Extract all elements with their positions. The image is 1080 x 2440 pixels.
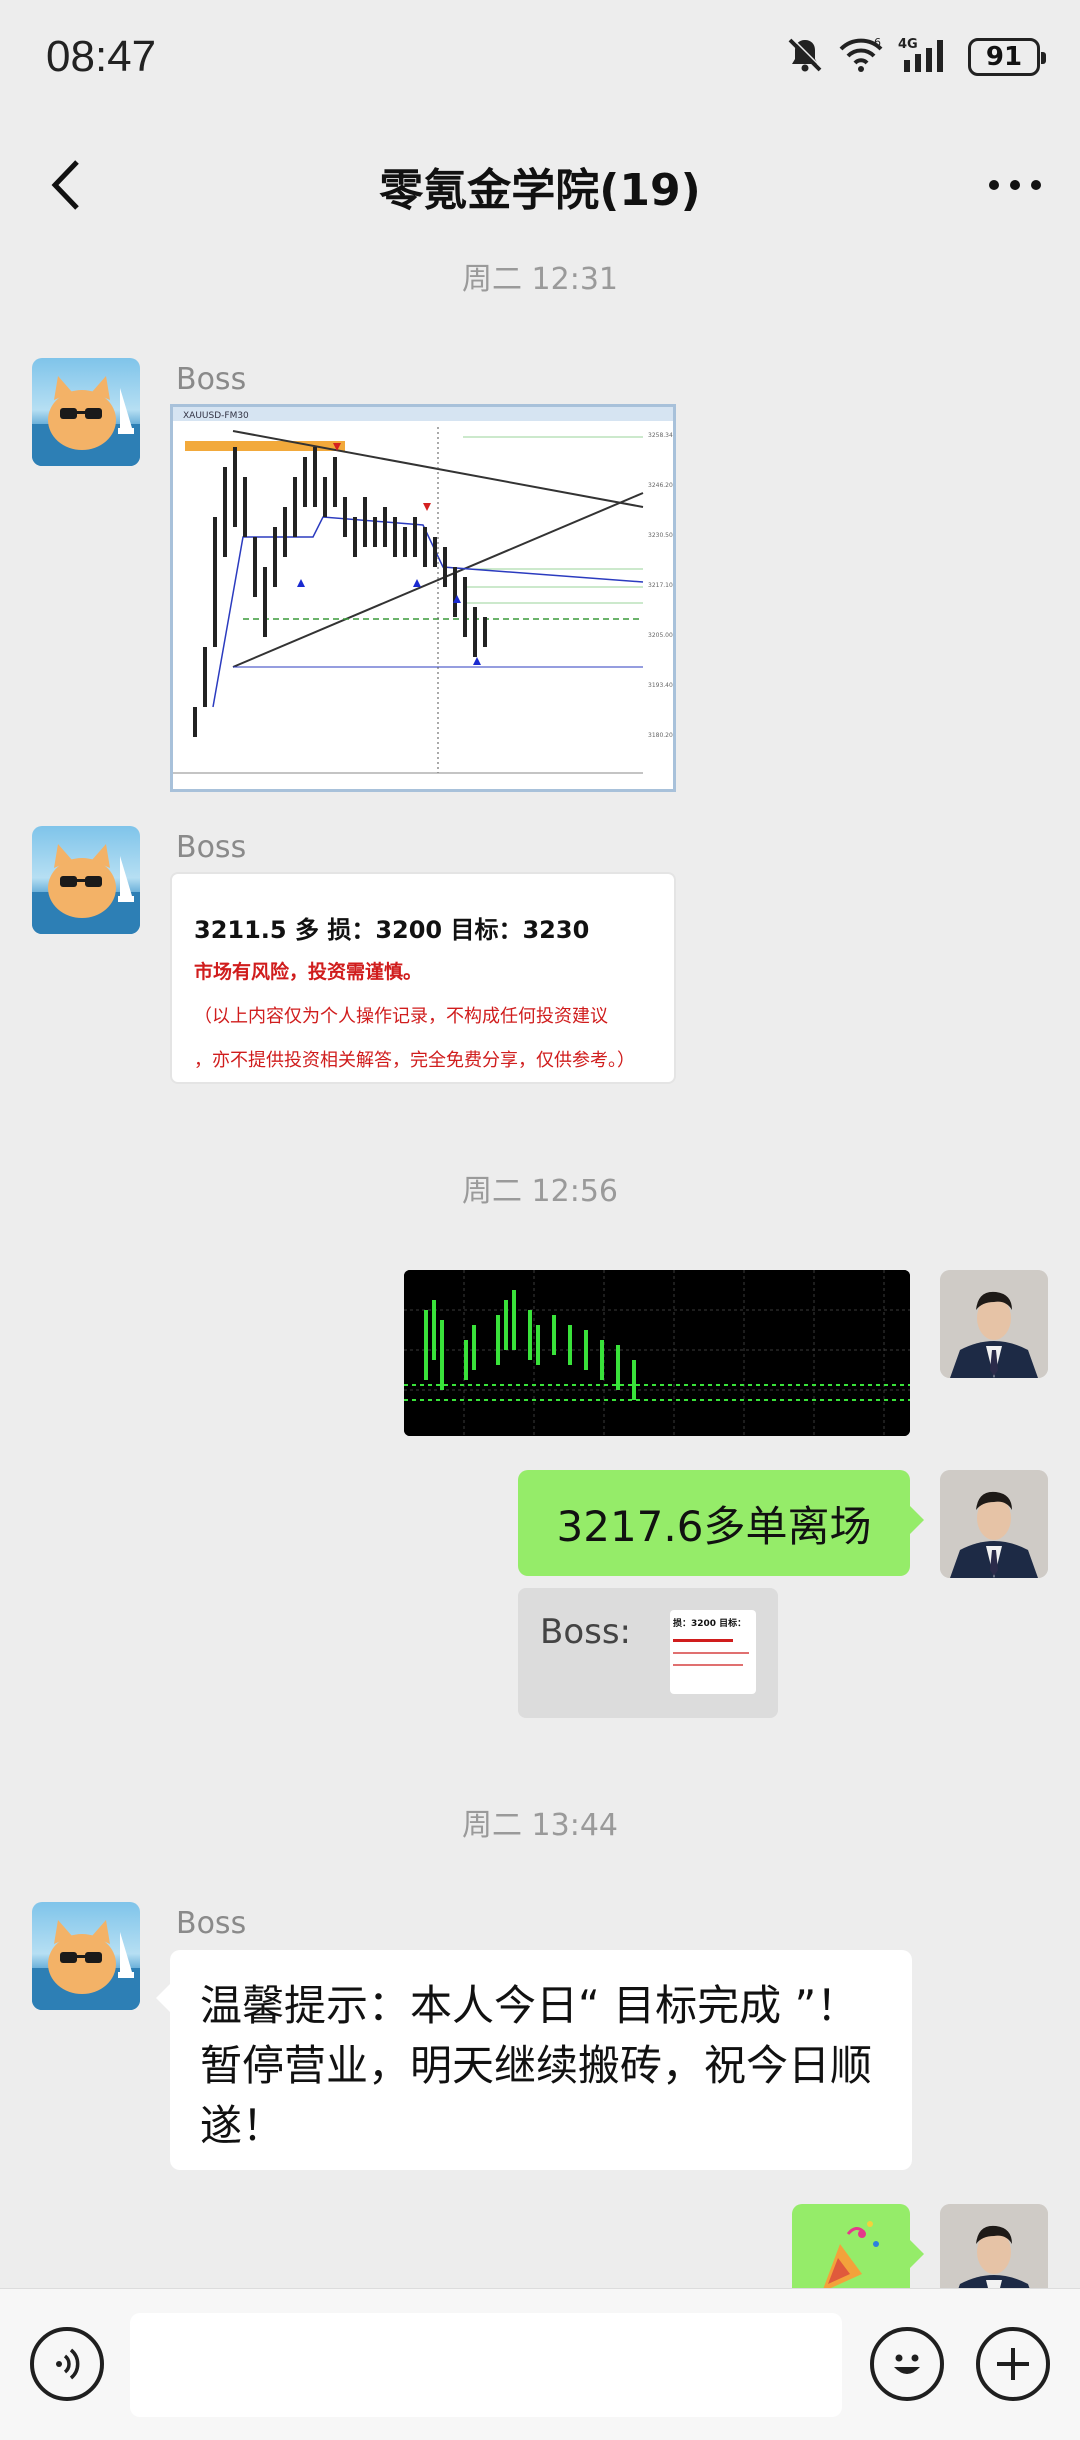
emoji-button[interactable] <box>870 2327 944 2401</box>
sender-name: Boss <box>176 1906 247 1941</box>
signal-icon: 4G <box>898 36 954 78</box>
chart-screenshot-message[interactable] <box>404 1270 910 1436</box>
svg-text:3205.00: 3205.00 <box>648 632 673 639</box>
chat-header: 零氪金学院(19) <box>0 130 1080 240</box>
message-input[interactable] <box>130 2313 842 2417</box>
svg-text:4G: 4G <box>898 37 918 52</box>
svg-text:3230.50: 3230.50 <box>648 532 673 539</box>
quoted-message[interactable]: Boss: 损：3200 目标： <box>518 1588 778 1718</box>
battery-indicator: 91 <box>968 38 1046 76</box>
status-icons: 6 4G 91 <box>786 36 1046 78</box>
party-popper-icon <box>822 2221 879 2292</box>
chat-title: 零氪金学院(19) <box>379 165 701 216</box>
input-bar <box>0 2288 1080 2440</box>
avatar-me[interactable] <box>940 2204 1048 2288</box>
timestamp: 周二 12:56 <box>462 1174 618 1209</box>
bubble-tail <box>910 2240 924 2268</box>
more-button[interactable] <box>980 150 1050 220</box>
voice-icon <box>56 2348 80 2380</box>
bubble-tail <box>156 1984 170 2012</box>
trade-card-image[interactable]: 3211.5 多 损：3200 目标：3230 市场有风险，投资需谨慎。 （以上… <box>170 872 676 1084</box>
chart-caption: XAUUSD-FM30 <box>183 411 249 421</box>
outgoing-message-bubble[interactable]: 3217.6多单离场 <box>518 1470 910 1576</box>
avatar-me[interactable] <box>940 1470 1048 1578</box>
quoted-thumbnail-text: 损：3200 目标： <box>673 1619 747 1629</box>
svg-text:3217.10: 3217.10 <box>648 582 673 589</box>
more-icon <box>989 180 1041 190</box>
avatar-boss[interactable] <box>32 826 140 934</box>
outgoing-emoji-bubble[interactable] <box>792 2204 910 2294</box>
add-button[interactable] <box>976 2327 1050 2401</box>
quoted-sender: Boss: <box>540 1612 632 1652</box>
trade-card-disclaimer: ，亦不提供投资相关解答，完全免费分享，仅供参考。） <box>194 1050 635 1071</box>
svg-text:3258.34: 3258.34 <box>648 432 673 439</box>
svg-text:3193.40: 3193.40 <box>648 682 673 689</box>
svg-text:6: 6 <box>874 36 881 49</box>
svg-text:3180.20: 3180.20 <box>648 732 673 739</box>
emoji-icon <box>894 2354 920 2374</box>
sender-name: Boss <box>176 830 247 865</box>
chart-image-message[interactable]: XAUUSD-FM30 3258.34 3246.20 3230.50 3217.10… <box>170 404 676 792</box>
avatar-boss[interactable] <box>32 358 140 466</box>
timestamp: 周二 13:44 <box>462 1808 618 1843</box>
bubble-tail <box>910 1506 924 1534</box>
status-bar: 08:47 6 4G 91 <box>0 0 1080 120</box>
wifi-icon: 6 <box>838 36 884 78</box>
message-text: 3217.6多单离场 <box>556 1501 872 1551</box>
trade-card-disclaimer: （以上内容仅为个人操作记录，不构成任何投资建议 <box>194 1006 608 1027</box>
status-time: 08:47 <box>46 32 157 81</box>
trading-chart-image: XAUUSD-FM30 3258.34 3246.20 3230.50 3217.10… <box>173 407 673 789</box>
message-text: 温馨提示：本人今日“ 目标完成 ”！暂停营业，明天继续搬砖，祝今日顺遂！ <box>200 1981 873 2150</box>
trade-card-warning: 市场有风险，投资需谨慎。 <box>194 961 423 983</box>
sender-name: Boss <box>176 362 247 397</box>
timestamp: 周二 12:31 <box>462 262 618 297</box>
avatar-me[interactable] <box>940 1270 1048 1378</box>
avatar-boss[interactable] <box>32 1902 140 2010</box>
quoted-thumbnail: 损：3200 目标： <box>670 1610 756 1694</box>
candlestick-chart-image <box>404 1270 910 1436</box>
battery-level: 91 <box>985 42 1023 72</box>
add-icon <box>997 2348 1029 2380</box>
incoming-message-bubble[interactable]: 温馨提示：本人今日“ 目标完成 ”！暂停营业，明天继续搬砖，祝今日顺遂！ <box>170 1950 912 2170</box>
mute-icon <box>786 36 824 78</box>
trade-card-line: 3211.5 多 损：3200 目标：3230 <box>194 916 590 944</box>
svg-text:3246.20: 3246.20 <box>648 482 673 489</box>
voice-button[interactable] <box>30 2327 104 2401</box>
